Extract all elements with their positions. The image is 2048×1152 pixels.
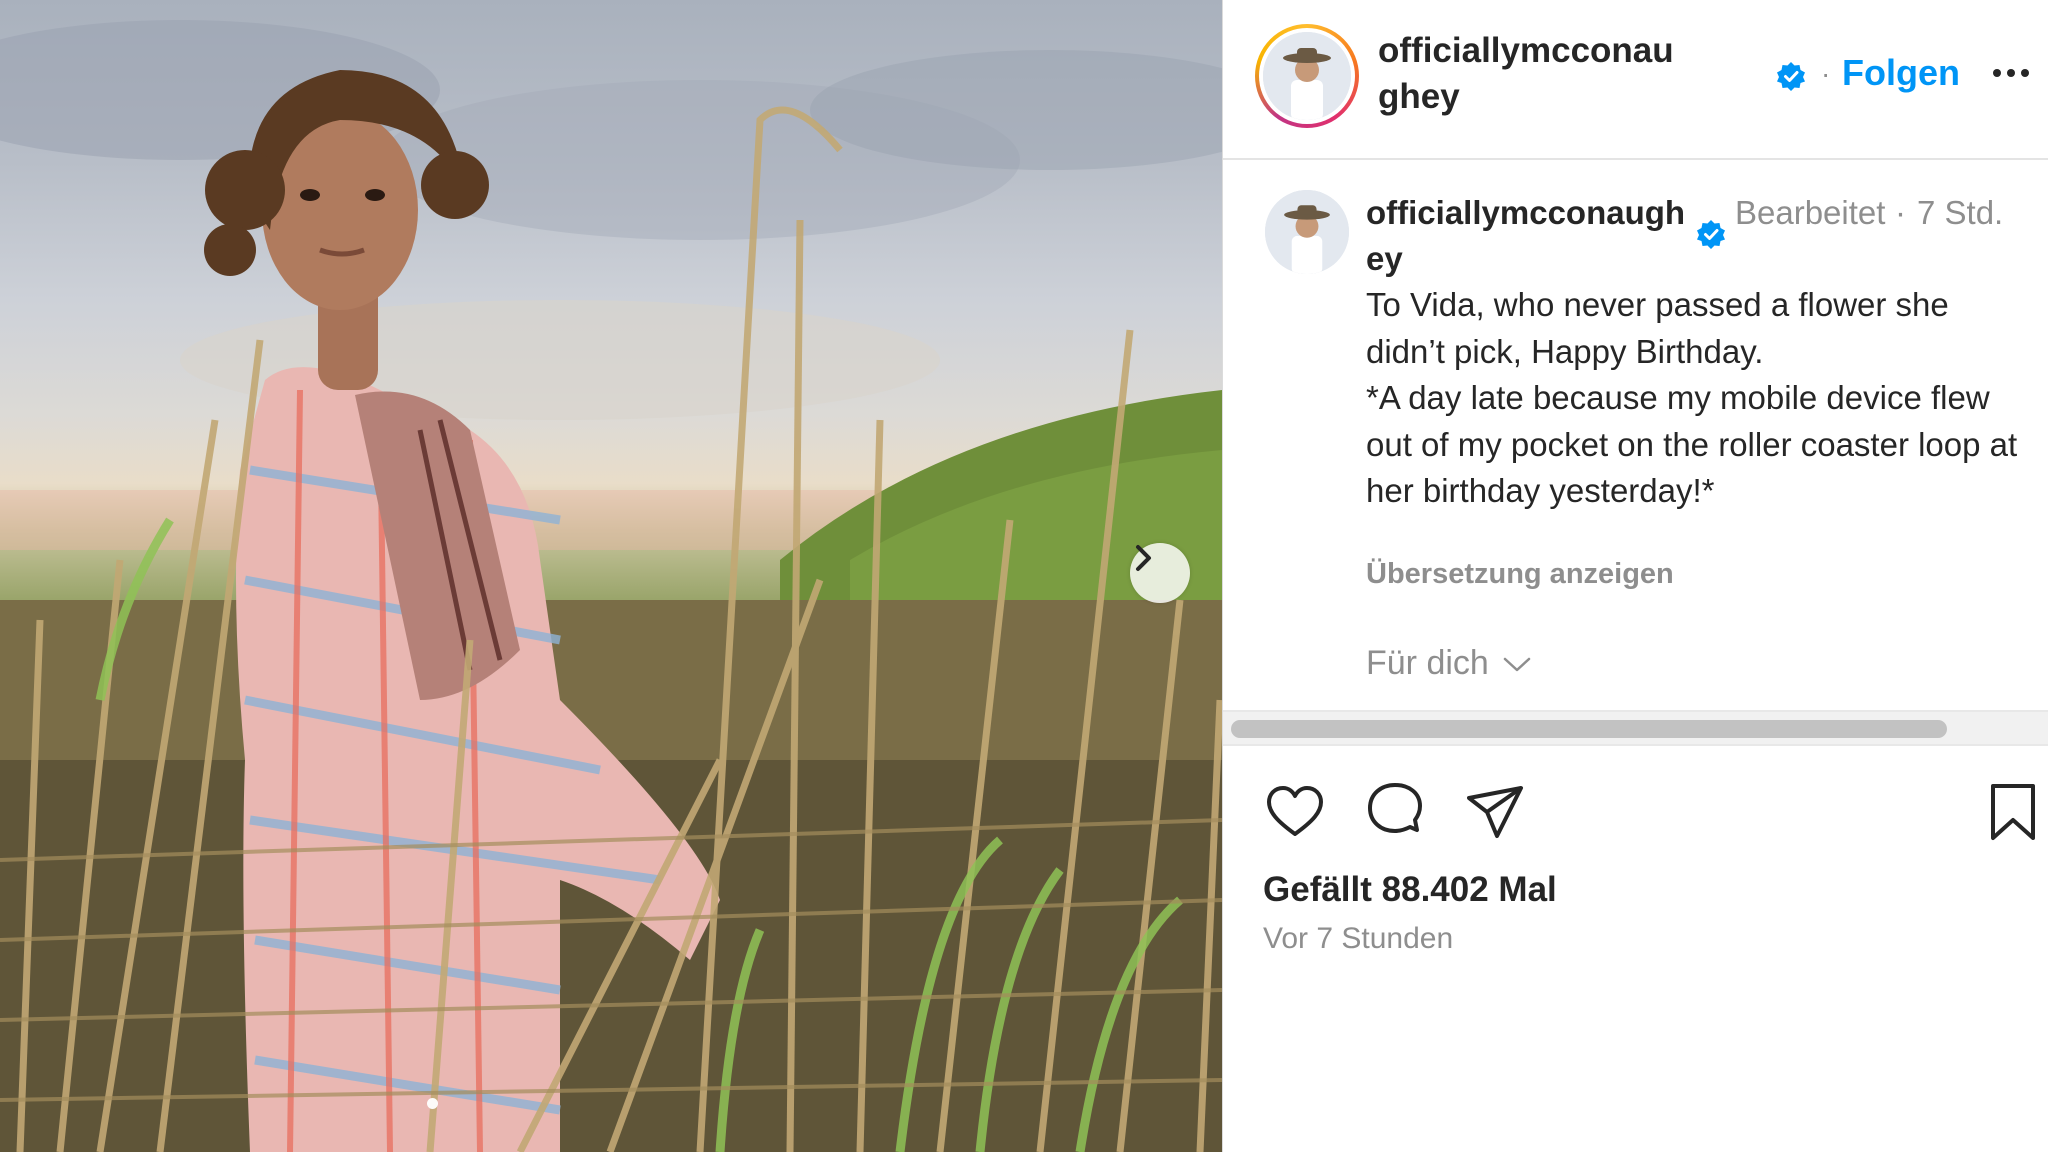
scrollbar-thumb[interactable] [1231,720,1947,738]
photo-scene [0,20,1222,1152]
for-you-dropdown[interactable]: Für dich [1366,644,1533,683]
carousel-dot-active [427,1098,438,1109]
verified-badge-icon [1777,62,1805,91]
caption-edited-label: Bearbeitet [1735,194,1886,231]
caption-username[interactable]: officiallymcconaughey [1366,190,1686,282]
caption-area: officiallymcconaughey Bearbeitet · 7 Std… [1223,162,2048,710]
heart-icon[interactable] [1263,780,1327,844]
caption-time[interactable]: 7 Std. [1917,190,2007,236]
caption-text: To Vida, who never passed a flower she d… [1366,286,2018,509]
post-header: officiallymcconaughey · Folgen [1223,0,2048,160]
header-avatar[interactable] [1255,24,1359,128]
show-translation-link[interactable]: Übersetzung anzeigen [1366,558,1674,591]
avatar-image [1265,190,1349,274]
bookmark-icon[interactable] [1981,780,2045,844]
action-bar [1223,780,2048,850]
chevron-down-icon [1503,657,1531,671]
post-timestamp[interactable]: Vor 7 Stunden [1263,922,1453,956]
follow-button[interactable]: Folgen [1842,52,1960,94]
more-options-icon[interactable] [1993,58,2039,88]
horizontal-scrollbar[interactable] [1223,710,2048,746]
header-separator: · [1821,58,1831,89]
caption-separator: · [1895,194,1906,231]
comment-icon[interactable] [1363,780,1427,844]
likes-count[interactable]: Gefällt 88.402 Mal [1263,870,1557,910]
for-you-label: Für dich [1366,644,1489,682]
caption-avatar[interactable] [1265,190,1349,274]
share-icon[interactable] [1463,780,1527,844]
header-username[interactable]: officiallymcconaughey [1378,28,1688,120]
avatar-image [1263,32,1351,120]
verified-badge-icon [1697,220,1725,249]
carousel-next-button[interactable] [1130,543,1190,603]
post-photo[interactable] [0,0,1222,1152]
post-side-panel: officiallymcconaughey · Folgen officiall… [1222,0,2048,1152]
chevron-right-icon [1136,545,1151,571]
